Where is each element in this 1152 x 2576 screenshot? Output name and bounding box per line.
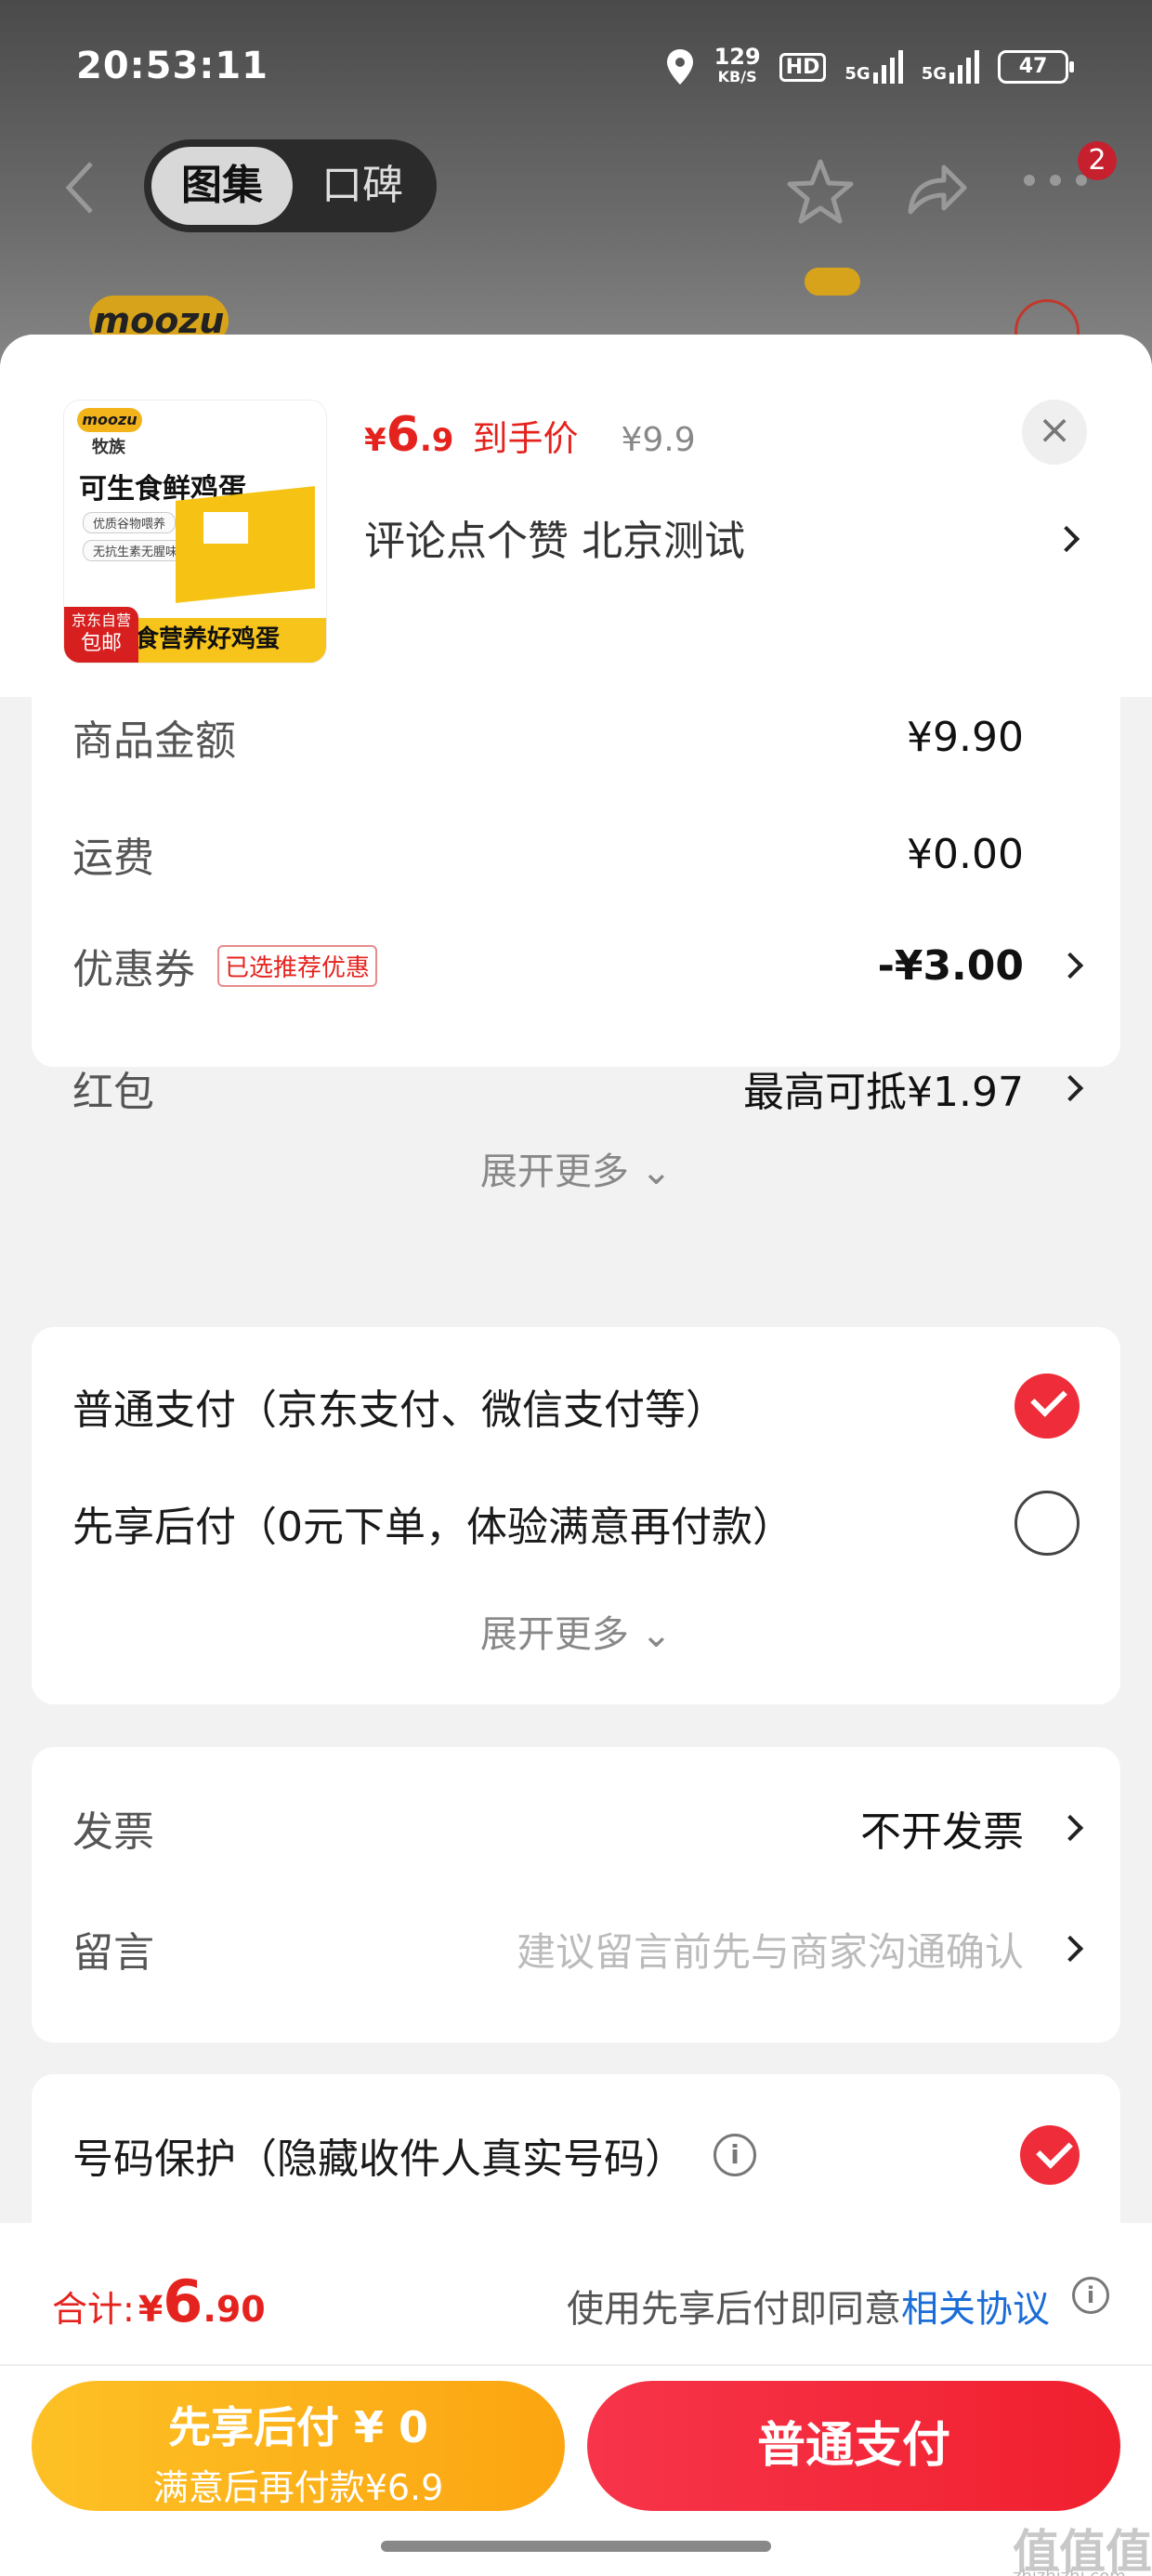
- thumb-slogan: 食营养好鸡蛋: [135, 625, 281, 653]
- share-icon[interactable]: [905, 158, 968, 217]
- info-icon[interactable]: i: [713, 2134, 756, 2176]
- tab-gallery[interactable]: 图集: [151, 147, 293, 225]
- price-symbol: ¥: [364, 422, 386, 459]
- invoice-value: 不开发票: [860, 1808, 1024, 1856]
- message-row[interactable]: 留言 建议留言前先与商家沟通确认: [72, 1916, 1084, 1981]
- chevron-down-icon: ⌄: [640, 1150, 673, 1193]
- original-price: ¥9.9: [621, 421, 696, 459]
- payment-option-label: 普通支付（京东支付、微信支付等）: [72, 1387, 727, 1434]
- location-icon: [666, 49, 693, 85]
- redpacket-value: 最高可抵¥1.97: [743, 1069, 1024, 1116]
- brand-logo-small: [805, 268, 884, 323]
- egg-box-image: [176, 486, 315, 603]
- invoice-row[interactable]: 发票 不开发票: [72, 1795, 1084, 1860]
- tab-reviews[interactable]: 口碑: [297, 147, 427, 225]
- coupon-row[interactable]: 优惠券 已选推荐优惠 -¥3.00: [72, 933, 1084, 998]
- radio-checked-icon[interactable]: [1015, 1373, 1080, 1439]
- number-protection-row[interactable]: 号码保护（隐藏收件人真实号码） i: [72, 2123, 1080, 2188]
- chevron-right-icon[interactable]: [1053, 525, 1080, 553]
- total-symbol: ¥: [137, 2289, 164, 2330]
- shipping-value: ¥0.00: [907, 830, 1024, 878]
- top-nav: 图集 口碑: [0, 139, 1152, 232]
- total-label: 合计:: [52, 2289, 135, 2330]
- star-icon[interactable]: [786, 158, 855, 225]
- pay-later-line2: 满意后再付款¥6.9: [152, 2467, 444, 2508]
- thumb-brand: 牧族: [92, 438, 125, 457]
- number-protection-label: 号码保护（隐藏收件人真实号码）: [72, 2136, 686, 2183]
- pay-later-line1: 先享后付 ¥ 0: [167, 2402, 429, 2452]
- thumb-logo: moozu: [77, 408, 142, 432]
- checkbox-checked-icon[interactable]: [1020, 2125, 1080, 2185]
- expand-more-summary[interactable]: 展开更多 ⌄: [0, 1141, 1152, 1195]
- tab-switcher: 图集 口碑: [144, 139, 437, 232]
- payment-option-label: 先享后付（0元下单，体验满意再付款）: [72, 1504, 793, 1551]
- coupon-value: -¥3.00: [877, 941, 1024, 990]
- total-price: 合计: ¥ 6 .90: [52, 2267, 266, 2335]
- payment-option-normal[interactable]: 普通支付（京东支付、微信支付等）: [72, 1373, 1080, 1439]
- total-decimal: .90: [203, 2289, 266, 2330]
- redpacket-row[interactable]: 红包 最高可抵¥1.97: [72, 1056, 1084, 1121]
- payment-method-card: 普通支付（京东支付、微信支付等） 先享后付（0元下单，体验满意再付款） 展开更多…: [32, 1327, 1120, 1704]
- normal-pay-button[interactable]: 普通支付: [587, 2381, 1120, 2511]
- battery-icon: 47: [998, 50, 1074, 84]
- price-line: ¥ 6 .9 到手价 ¥9.9: [364, 407, 696, 463]
- status-bar: 20:53:11 129 KB/S HD 5G 5G 47: [0, 0, 1152, 130]
- coupon-label: 优惠券: [72, 946, 195, 993]
- payment-option-later[interactable]: 先享后付（0元下单，体验满意再付款）: [72, 1491, 1080, 1556]
- agreement-link[interactable]: 相关协议: [901, 2288, 1050, 2331]
- home-indicator[interactable]: [381, 2541, 771, 2552]
- total-integer: 6: [163, 2267, 203, 2335]
- product-header: moozu 牧族 可生食鲜鸡蛋 优质谷物喂养 无抗生素无腥味 食营养好鸡蛋 京东…: [0, 335, 1152, 697]
- goods-amount-row: 商品金额 ¥9.90: [72, 704, 1080, 769]
- signal-5g-icon: 5G: [844, 50, 903, 84]
- close-button[interactable]: ×: [1022, 400, 1087, 465]
- product-title[interactable]: 评论点个赞 北京测试: [364, 507, 745, 567]
- expand-more-payment[interactable]: 展开更多 ⌄: [32, 1604, 1120, 1658]
- invoice-card: 发票 不开发票 留言 建议留言前先与商家沟通确认: [32, 1747, 1120, 2043]
- shipping-row: 运费 ¥0.00: [72, 821, 1080, 887]
- radio-unchecked-icon[interactable]: [1015, 1491, 1080, 1556]
- jd-badge: 京东自营 包邮: [64, 607, 138, 663]
- shipping-label: 运费: [72, 835, 154, 882]
- watermark: 值值值zhizhizhi.com: [1013, 2525, 1152, 2576]
- redpacket-label: 红包: [72, 1069, 154, 1116]
- thumb-tag: 无抗生素无腥味: [83, 540, 189, 561]
- price-decimal: .9: [419, 422, 454, 459]
- price-label: 到手价: [472, 418, 579, 459]
- goods-amount-value: ¥9.90: [907, 713, 1024, 761]
- chevron-right-icon: [1056, 1074, 1084, 1102]
- coupon-tag: 已选推荐优惠: [217, 944, 378, 987]
- signal-5g-2-icon: 5G: [922, 50, 979, 84]
- chevron-right-icon: [1056, 952, 1084, 979]
- more-icon[interactable]: [1020, 171, 1091, 190]
- checkout-sheet: moozu 牧族 可生食鲜鸡蛋 优质谷物喂养 无抗生素无腥味 食营养好鸡蛋 京东…: [0, 335, 1152, 2576]
- agreement-text: 使用先享后付即同意相关协议: [567, 2288, 1050, 2331]
- info-icon[interactable]: i: [1072, 2277, 1109, 2314]
- invoice-label: 发票: [72, 1808, 154, 1856]
- notification-badge: 2: [1078, 141, 1117, 180]
- status-time: 20:53:11: [76, 45, 268, 87]
- product-thumbnail[interactable]: moozu 牧族 可生食鲜鸡蛋 优质谷物喂养 无抗生素无腥味 食营养好鸡蛋 京东…: [63, 400, 327, 664]
- pay-later-button[interactable]: 先享后付 ¥ 0 满意后再付款¥6.9: [32, 2381, 565, 2511]
- chevron-down-icon: ⌄: [640, 1613, 673, 1656]
- message-input[interactable]: 建议留言前先与商家沟通确认: [517, 1921, 1024, 1978]
- checkout-footer: 合计: ¥ 6 .90 使用先享后付即同意相关协议 i 先享后付 ¥ 0 满意后…: [0, 2223, 1152, 2576]
- chevron-right-icon: [1056, 1814, 1084, 1842]
- status-right: 129 KB/S HD 5G 5G 47: [664, 44, 1074, 87]
- hd-icon: HD: [779, 52, 827, 82]
- message-label: 留言: [72, 1929, 154, 1977]
- price-summary-card: 商品金额 ¥9.90 运费 ¥0.00 优惠券 已选推荐优惠 -¥3.00: [32, 697, 1120, 1067]
- net-speed: 129 KB/S: [713, 44, 761, 85]
- price-integer: 6: [386, 407, 420, 463]
- back-arrow-icon[interactable]: [61, 160, 98, 216]
- chevron-right-icon: [1056, 1935, 1084, 1963]
- goods-amount-label: 商品金额: [72, 717, 236, 765]
- thumb-tag: 优质谷物喂养: [83, 512, 177, 533]
